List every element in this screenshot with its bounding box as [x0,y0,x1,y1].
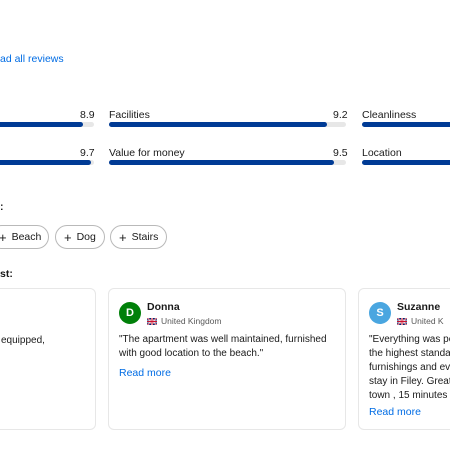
topics-heading: : [0,201,4,213]
category-bar-fill-value-for-money [109,160,335,165]
read-more-link[interactable]: Read more [119,367,171,379]
category-label-location: Location [362,147,402,159]
topic-chip-label: Beach [11,231,42,243]
category-bar-fill [0,122,83,127]
uk-flag-icon [397,317,407,325]
plus-icon: + [119,229,127,245]
reviewer-country: United Kingdom [147,316,221,326]
category-score: 9.7 [80,147,95,159]
topic-chip-label: Stairs [131,231,159,243]
reviewer-country-label: United Kingdom [161,316,222,326]
category-bar-facilities [109,122,346,127]
category-bar-fill-facilities [109,122,328,127]
review-text: equipped, [1,335,45,346]
category-label-facilities: Facilities [109,109,150,121]
category-score: 8.9 [80,109,95,121]
category-bar-cleanliness [362,122,450,127]
avatar: S [369,302,391,324]
category-bar-location [362,160,450,165]
topic-chip-stairs[interactable]: + Stairs [110,225,167,249]
review-card-donna: D Donna United Kingdom "The apartment wa… [108,288,346,430]
guests-heading: st: [0,268,13,280]
category-score-facilities: 9.2 [333,109,348,121]
review-card: equipped, [0,288,96,430]
plus-icon: + [0,229,7,245]
read-all-reviews-link[interactable]: ad all reviews [0,53,64,65]
topic-chip-dog[interactable]: + Dog [55,225,105,249]
review-text: "The apartment was well maintained, furn… [119,334,327,359]
uk-flag-icon [147,317,157,325]
review-text: "Everything was per the highest standar … [369,334,450,401]
category-bar-fill [0,160,91,165]
category-label-cleanliness: Cleanliness [362,109,417,121]
category-label-value-for-money: Value for money [109,147,185,159]
reviewer-name: Donna [147,301,180,313]
reviewer-country: United K [397,316,444,326]
category-score-value-for-money: 9.5 [333,147,348,159]
read-more-link[interactable]: Read more [369,406,421,418]
avatar: D [119,302,141,324]
reviewer-name: Suzanne [397,301,441,313]
plus-icon: + [64,229,72,245]
reviewer-country-label: United K [411,316,444,326]
topic-chip-label: Dog [76,231,96,243]
category-bar [0,122,94,127]
review-card-suzanne: S Suzanne United K "Everything was per t… [358,288,450,430]
category-bar-value-for-money [109,160,346,165]
category-bar [0,160,94,165]
topic-chip-beach[interactable]: + Beach [0,225,49,249]
